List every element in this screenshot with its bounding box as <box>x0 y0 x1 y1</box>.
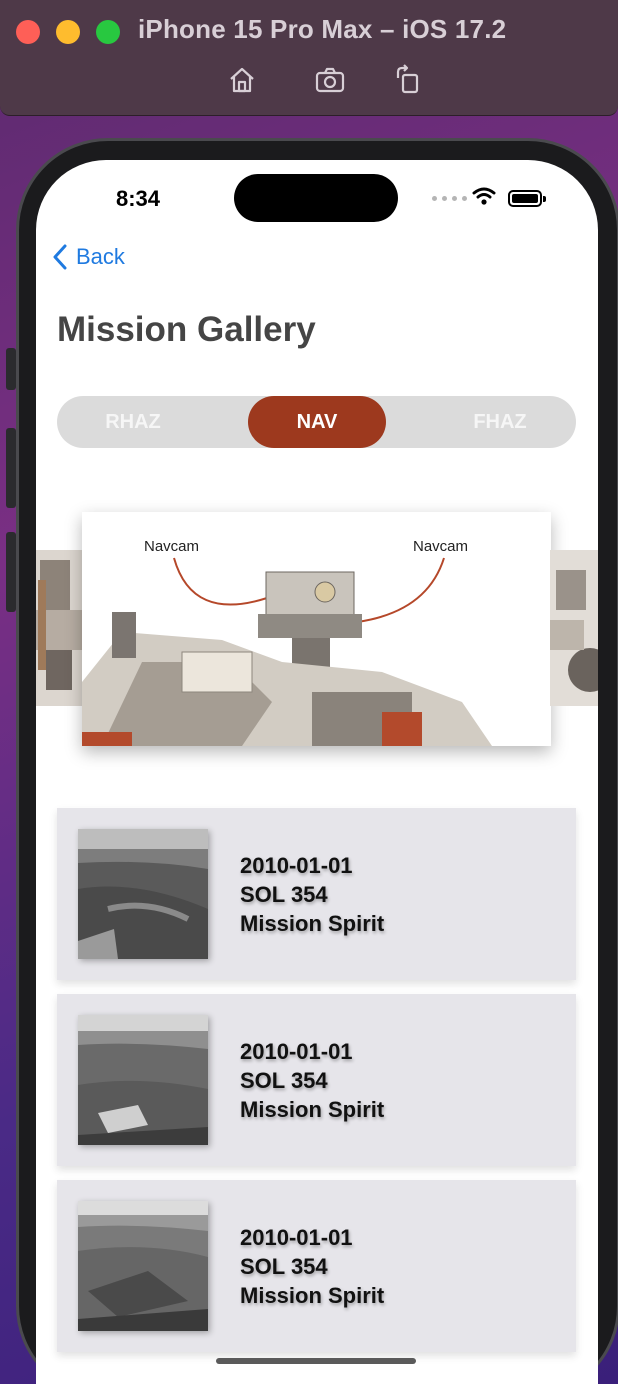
dynamic-island <box>234 174 398 222</box>
close-window-button[interactable] <box>16 20 40 44</box>
camera-segmented-control: RHAZ NAV FHAZ <box>57 396 576 448</box>
home-icon[interactable] <box>224 62 260 98</box>
cellular-signal-icon <box>432 196 467 201</box>
simulator-title-bar: iPhone 15 Pro Max – iOS 17.2 <box>0 0 618 116</box>
photo-sol: SOL 354 <box>240 1254 328 1279</box>
minimize-window-button[interactable] <box>56 20 80 44</box>
photo-mission: Mission Spirit <box>240 1283 385 1308</box>
list-item[interactable]: 2010-01-01 SOL 354 Mission Spirit <box>57 994 576 1166</box>
list-item[interactable]: 2010-01-01 SOL 354 Mission Spirit <box>57 808 576 980</box>
photo-mission: Mission Spirit <box>240 1097 385 1122</box>
page-title: Mission Gallery <box>57 310 316 349</box>
device-side-button <box>6 348 16 390</box>
device-volume-up <box>6 428 16 508</box>
photo-mission: Mission Spirit <box>240 911 385 936</box>
photo-meta: 2010-01-01 SOL 354 Mission Spirit <box>240 1223 384 1310</box>
photo-date: 2010-01-01 <box>240 1039 353 1064</box>
photo-sol: SOL 354 <box>240 1068 328 1093</box>
back-label: Back <box>76 244 125 269</box>
home-indicator[interactable] <box>216 1358 416 1364</box>
photo-thumbnail <box>78 829 208 959</box>
photo-meta: 2010-01-01 SOL 354 Mission Spirit <box>240 1037 384 1124</box>
carousel-next-image[interactable] <box>550 550 598 706</box>
carousel-current-image[interactable]: Navcam Navcam <box>82 512 551 746</box>
photo-thumbnail <box>78 1201 208 1331</box>
phone-screen: 8:34 Back Mission Gallery RHAZ NAV FHAZ <box>36 160 598 1384</box>
status-indicators <box>432 186 552 211</box>
wifi-icon <box>472 186 496 211</box>
carousel-prev-image[interactable] <box>36 550 82 706</box>
navcam-label-left: Navcam <box>144 538 200 555</box>
photo-list: 2010-01-01 SOL 354 Mission Spirit 2010-0… <box>57 808 576 1366</box>
photo-sol: SOL 354 <box>240 882 328 907</box>
list-item[interactable]: 2010-01-01 SOL 354 Mission Spirit <box>57 1180 576 1352</box>
photo-date: 2010-01-01 <box>240 1225 353 1250</box>
photo-date: 2010-01-01 <box>240 853 353 878</box>
chevron-left-icon <box>53 244 67 270</box>
segment-nav[interactable]: NAV <box>248 396 386 448</box>
back-button[interactable]: Back <box>52 244 125 270</box>
status-time: 8:34 <box>116 186 161 211</box>
simulator-title: iPhone 15 Pro Max – iOS 17.2 <box>138 14 507 44</box>
photo-meta: 2010-01-01 SOL 354 Mission Spirit <box>240 851 384 938</box>
segment-rhaz[interactable]: RHAZ <box>57 396 209 448</box>
zoom-window-button[interactable] <box>96 20 120 44</box>
screenshot-icon[interactable] <box>312 62 348 98</box>
device-volume-down <box>6 532 16 612</box>
segment-fhaz[interactable]: FHAZ <box>424 396 576 448</box>
photo-thumbnail <box>78 1015 208 1145</box>
rotate-icon[interactable] <box>390 62 426 98</box>
navcam-label-right: Navcam <box>413 538 469 555</box>
image-carousel[interactable]: Navcam Navcam <box>36 500 598 760</box>
battery-icon <box>508 190 546 207</box>
